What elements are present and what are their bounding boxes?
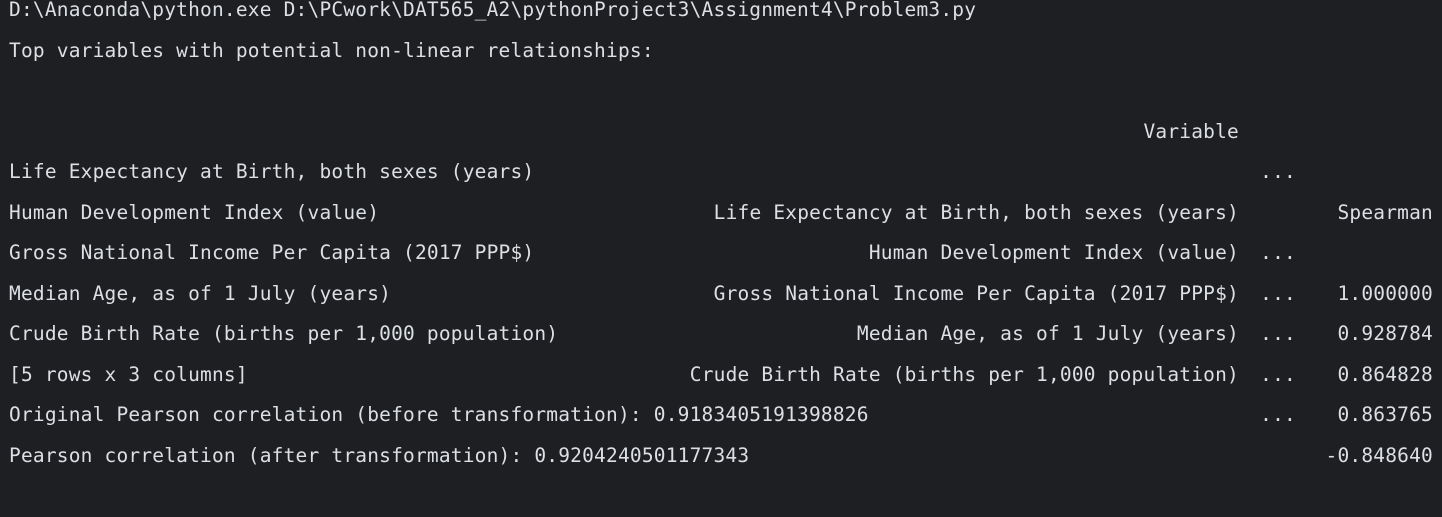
table-row: Crude Birth Rate (births per 1,000 popul… [9,274,1433,467]
row-ellipsis: ... [1260,322,1296,345]
command-line: D:\Anaconda\python.exe D:\PCwork\DAT565_… [9,0,977,21]
table-row: Median Age, as of 1 July (years) Median … [9,233,1433,427]
row-index: Crude Birth Rate (births per 1,000 popul… [9,322,559,345]
table-row: Gross National Income Per Capita (2017 P… [9,193,1433,386]
row-variable: Median Age, as of 1 July (years) [856,322,1239,345]
table-shape-note: [5 rows x 3 columns] [9,362,248,386]
table-row: Human Development Index (value) Human De… [9,152,1433,346]
pearson-after-line: Pearson correlation (after transformatio… [9,443,750,467]
row-spearman: 0.928784 [1337,322,1433,345]
pearson-before-line: Original Pearson correlation (before tra… [9,403,869,426]
output-heading: Top variables with potential non-linear … [9,38,654,62]
table-header: Variable ... Spearman [9,71,1433,224]
console-output[interactable]: D:\Anaconda\python.exe D:\PCwork\DAT565_… [9,0,1433,476]
table-row: Life Expectancy at Birth, both sexes (ye… [9,112,1433,305]
